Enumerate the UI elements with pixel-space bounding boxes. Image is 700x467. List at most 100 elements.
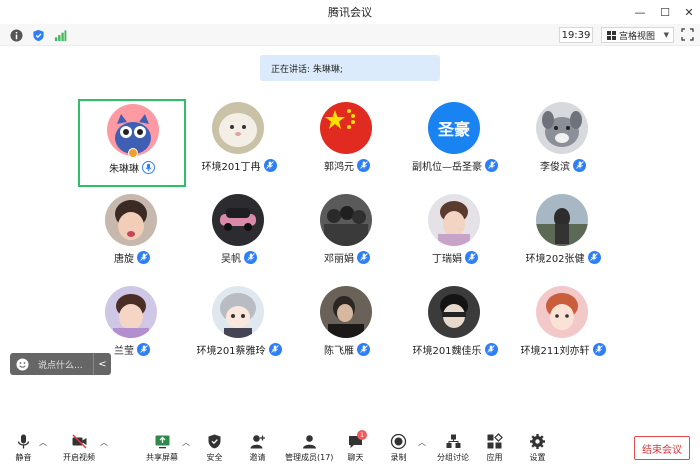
participant-tile[interactable]: 环境211刘亦轩: [509, 283, 617, 371]
speaking-indicator: 正在讲话: 朱琳琳;: [260, 55, 440, 81]
breakout-label: 分组讨论: [437, 453, 469, 462]
view-mode-dropdown[interactable]: 宫格视图 ▼: [601, 27, 674, 43]
participant-name: 环境201魏佳乐: [412, 345, 482, 357]
security-button[interactable]: 安全: [206, 433, 223, 463]
avatar: 圣豪: [428, 102, 480, 154]
chevron-down-icon: ▼: [663, 31, 669, 39]
avatar: [212, 286, 264, 338]
avatar: [428, 286, 480, 338]
record-label: 录制: [390, 453, 407, 462]
gear-icon: [530, 434, 545, 449]
shield-icon[interactable]: [31, 28, 45, 42]
end-meeting-button[interactable]: 结束会议: [634, 436, 690, 460]
apps-label: 应用: [486, 453, 503, 462]
avatar: [105, 286, 157, 338]
mic-muted-icon[interactable]: [465, 250, 478, 264]
avatar: [212, 102, 264, 154]
avatar: [536, 286, 588, 338]
participant-name: 环境211刘亦轩: [520, 345, 590, 357]
participant-name: 朱琳琳: [109, 163, 139, 175]
add-person-icon: [250, 435, 265, 449]
mic-muted-icon[interactable]: [137, 250, 150, 264]
bottom-toolbar: 静音 ︿ 开启视频 ︿ 共享屏幕 ︿ 安全 邀请 管理成员(17) 1 聊天 录…: [0, 425, 700, 467]
participant-name: 兰莹: [114, 345, 134, 357]
participant-name: 唐旋: [114, 253, 134, 265]
mic-muted-icon[interactable]: [357, 250, 370, 264]
avatar: [320, 194, 372, 246]
chat-input-placeholder[interactable]: 说点什么...: [38, 358, 83, 371]
chat-input-bar[interactable]: 说点什么... <: [10, 353, 111, 375]
avatar: [428, 194, 480, 246]
fullscreen-icon[interactable]: [681, 28, 694, 41]
participant-name: 陈飞雁: [324, 345, 354, 357]
mic-muted-icon[interactable]: [592, 342, 606, 356]
avatar: [536, 102, 588, 154]
host-badge: [128, 148, 138, 158]
chat-button[interactable]: 1 聊天: [347, 430, 367, 463]
mic-muted-icon[interactable]: [244, 250, 257, 264]
participant-name: 吴帆: [221, 253, 241, 265]
participant-name: 环境202张健: [525, 253, 585, 265]
maximize-button[interactable]: ☐: [652, 0, 678, 24]
share-screen-button[interactable]: 共享屏幕: [146, 433, 178, 463]
close-button[interactable]: ✕: [676, 0, 700, 24]
participant-name: 环境201蔡雅玲: [196, 345, 266, 357]
participant-name: 李俊滨: [540, 161, 570, 173]
grid-icon: [607, 30, 616, 40]
avatar: [212, 194, 264, 246]
settings-button[interactable]: 设置: [529, 433, 546, 463]
mic-muted-icon[interactable]: [137, 342, 150, 356]
emoji-icon[interactable]: [16, 358, 29, 371]
breakout-button[interactable]: 分组讨论: [437, 433, 469, 463]
members-icon: [302, 435, 316, 449]
chevron-up-icon[interactable]: ︿: [39, 437, 47, 448]
record-button[interactable]: 录制: [390, 433, 407, 463]
mic-muted-icon[interactable]: [587, 250, 601, 264]
settings-label: 设置: [529, 453, 546, 462]
window-title: 腾讯会议: [328, 6, 372, 19]
invite-label: 邀请: [249, 453, 266, 462]
participant-name: 副机位—岳圣豪: [412, 161, 482, 173]
meeting-time: 19:39: [559, 27, 593, 43]
mic-muted-icon[interactable]: [573, 158, 586, 172]
mute-button[interactable]: 静音: [15, 433, 32, 463]
chevron-up-icon[interactable]: ︿: [100, 437, 108, 448]
mic-muted-icon[interactable]: [357, 342, 370, 356]
invite-button[interactable]: 邀请: [249, 433, 266, 463]
minimize-button[interactable]: —: [627, 0, 653, 24]
mute-label: 静音: [15, 453, 32, 462]
share-screen-icon: [155, 435, 169, 449]
chevron-up-icon[interactable]: ︿: [182, 437, 190, 448]
manage-members-button[interactable]: 管理成员(17): [285, 433, 333, 463]
speaking-text: 正在讲话: 朱琳琳;: [271, 64, 343, 75]
chevron-up-icon[interactable]: ︿: [418, 437, 426, 448]
video-button[interactable]: 开启视频: [63, 433, 95, 463]
microphone-icon: [17, 434, 30, 449]
participant-tile[interactable]: 环境202张健: [509, 191, 617, 279]
participant-name: 环境201丁冉: [201, 161, 261, 173]
meeting-window: 腾讯会议 — ☐ ✕ 19:39 宫格视图 ▼ 正在讲话: 朱琳琳; 朱琳琳 环…: [0, 0, 700, 467]
video-label: 开启视频: [63, 453, 95, 462]
participant-tile[interactable]: 李俊滨: [509, 99, 617, 187]
chevron-left-icon[interactable]: <: [93, 353, 111, 375]
participant-name: 郭鸿元: [324, 161, 354, 173]
security-label: 安全: [206, 453, 223, 462]
manage-members-label: 管理成员(17): [285, 453, 334, 462]
participant-name: 邓丽娟: [324, 253, 354, 265]
avatar: [320, 286, 372, 338]
mic-speaking-icon[interactable]: [142, 160, 155, 174]
title-bar: 腾讯会议: [0, 0, 700, 24]
signal-icon[interactable]: [53, 28, 67, 42]
record-icon: [390, 433, 407, 450]
participant-name: 丁瑞娟: [432, 253, 462, 265]
avatar: [320, 102, 372, 154]
apps-button[interactable]: 应用: [486, 433, 503, 463]
status-bar: 19:39 宫格视图 ▼: [0, 24, 700, 46]
info-icon[interactable]: [9, 28, 23, 42]
apps-icon: [487, 433, 503, 449]
avatar: [105, 194, 157, 246]
mic-muted-icon[interactable]: [357, 158, 370, 172]
chat-unread-badge: 1: [357, 430, 367, 440]
shield-icon: [208, 434, 221, 449]
camera-off-icon: [71, 434, 87, 449]
